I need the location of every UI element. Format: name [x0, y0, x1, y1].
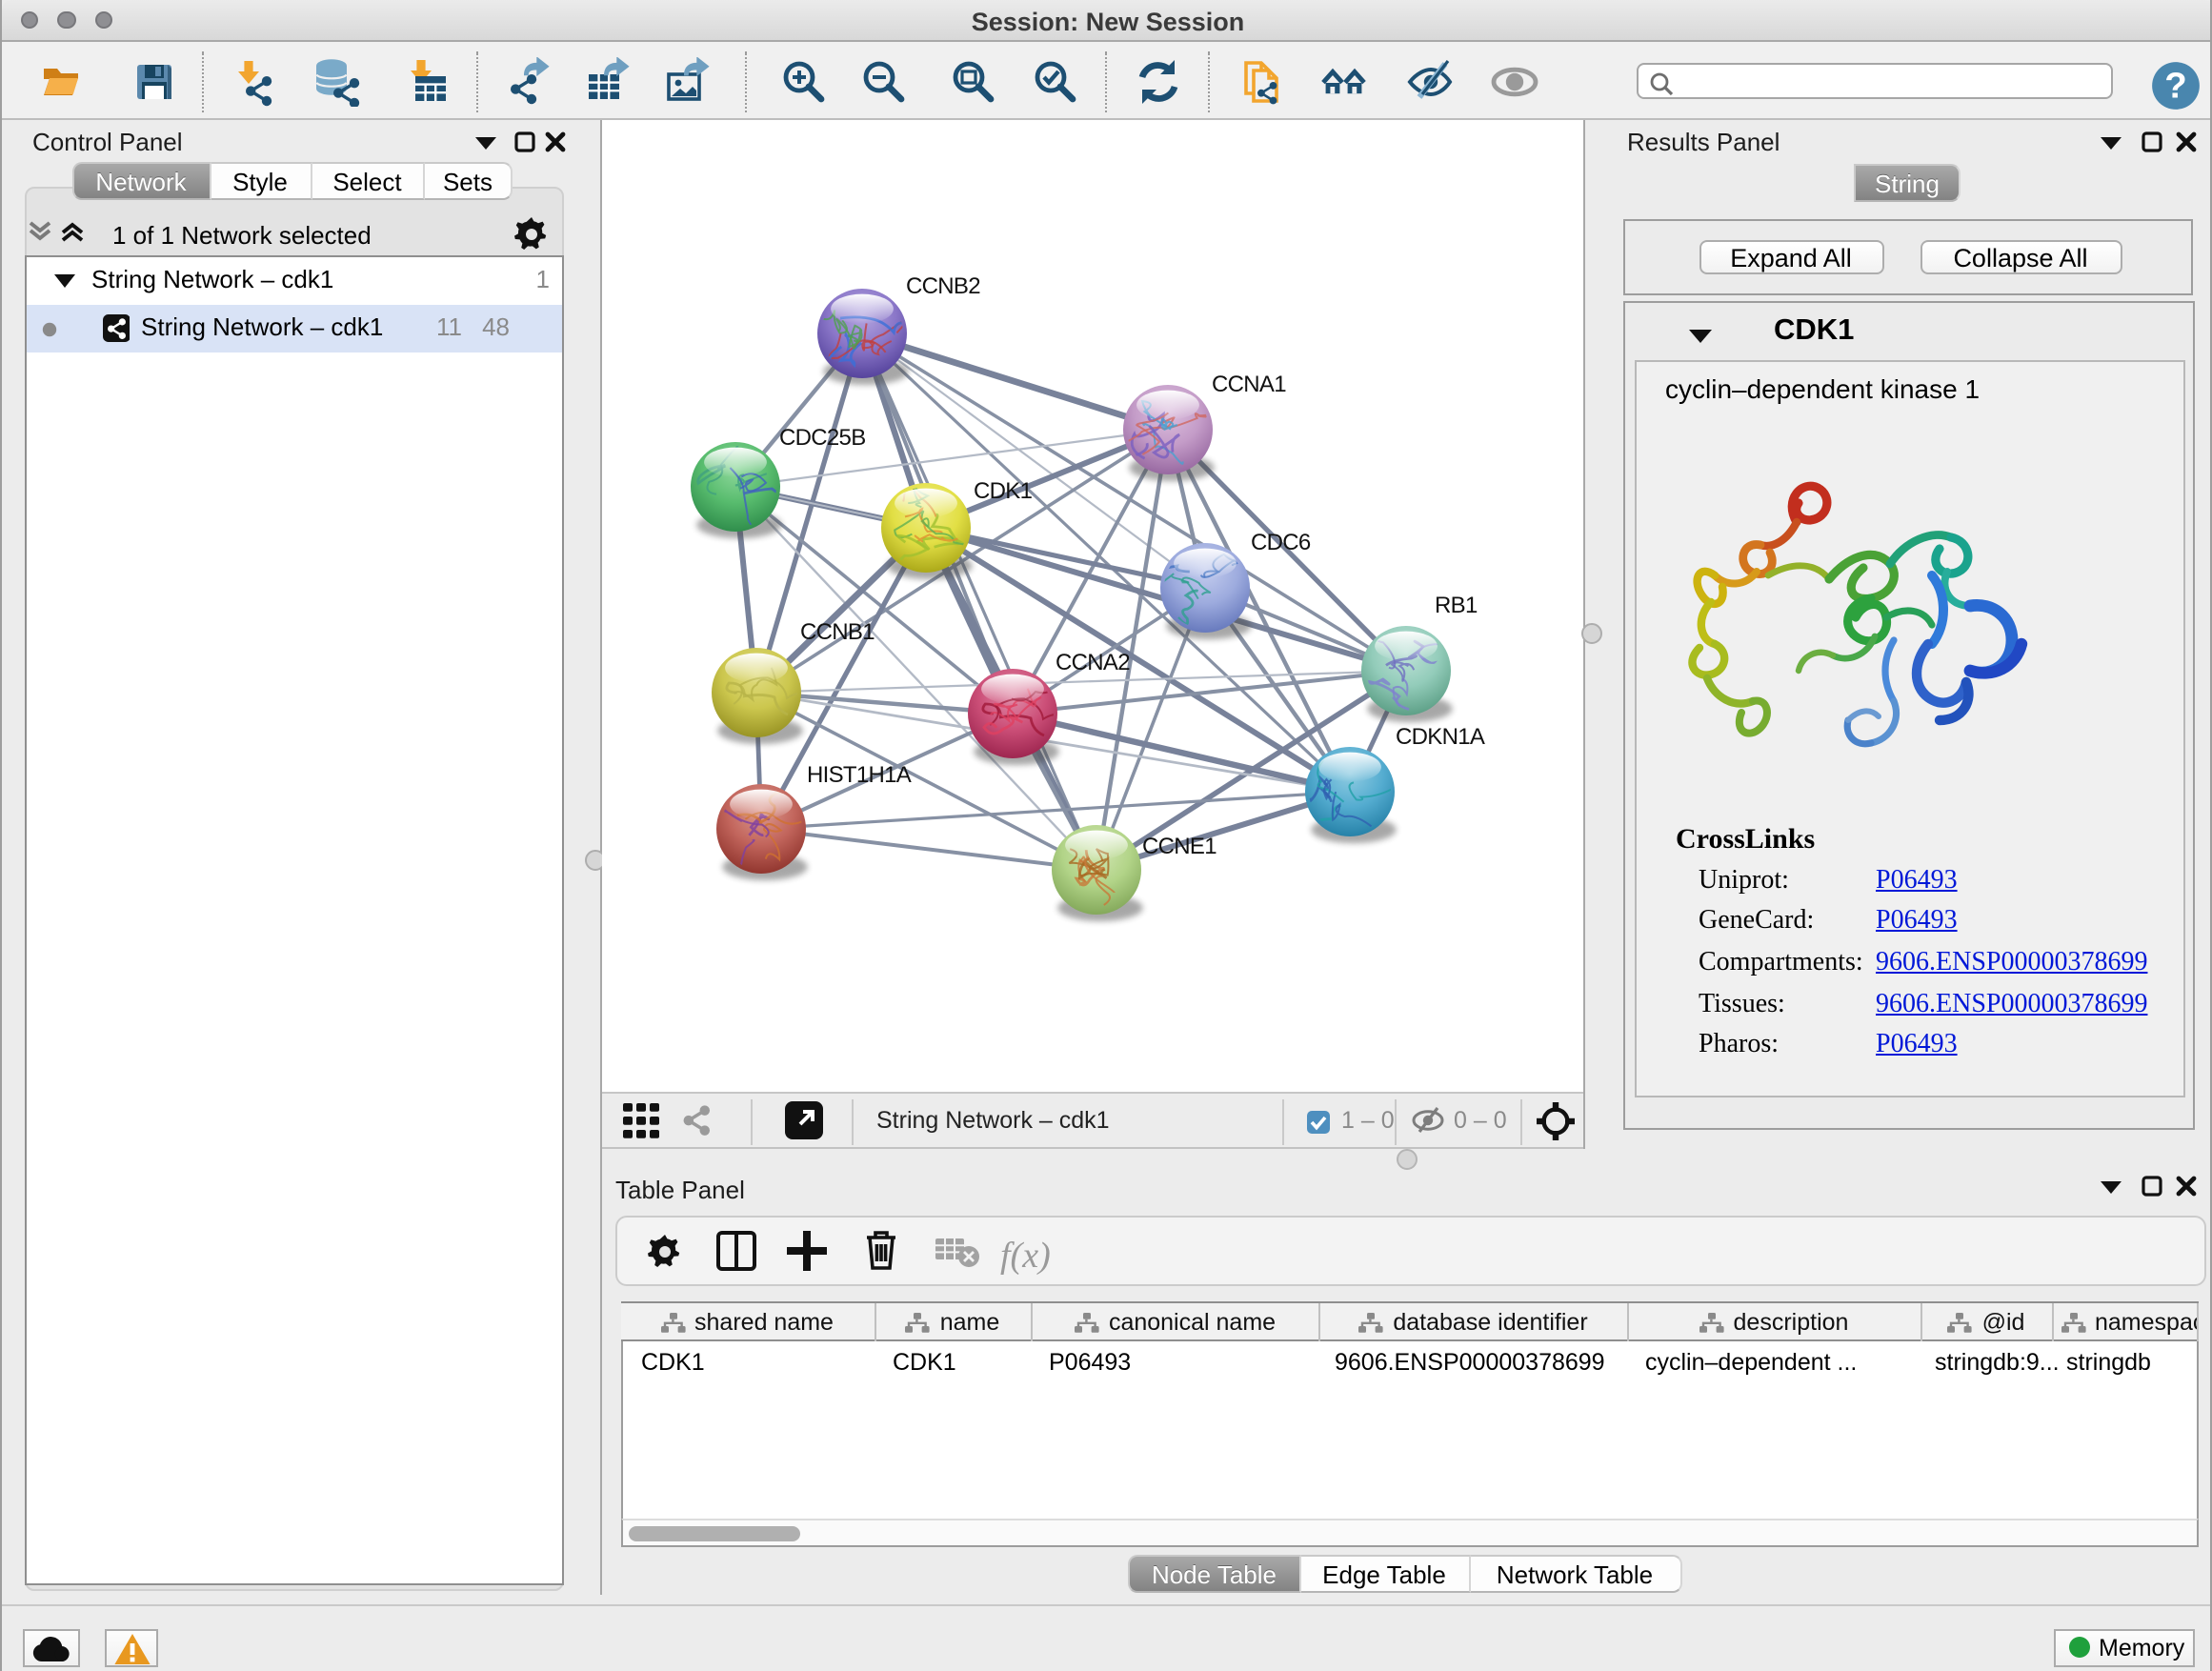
svg-text:CCNB1: CCNB1	[799, 619, 874, 645]
svg-text:CDKN1A: CDKN1A	[1395, 724, 1484, 750]
svg-text:?: ?	[2164, 64, 2186, 105]
svg-text:CDK1: CDK1	[973, 478, 1032, 504]
svg-text:CCNA1: CCNA1	[1211, 372, 1285, 397]
svg-text:f(x): f(x)	[999, 1235, 1050, 1275]
svg-text:HIST1H1A: HIST1H1A	[806, 762, 911, 788]
svg-text:CCNA2: CCNA2	[1055, 650, 1129, 675]
svg-text:CDC25B: CDC25B	[778, 425, 865, 451]
svg-text:CCNB2: CCNB2	[905, 273, 979, 299]
svg-text:CDC6: CDC6	[1250, 530, 1310, 555]
svg-text:CCNE1: CCNE1	[1141, 834, 1216, 859]
svg-text:RB1: RB1	[1434, 593, 1477, 618]
